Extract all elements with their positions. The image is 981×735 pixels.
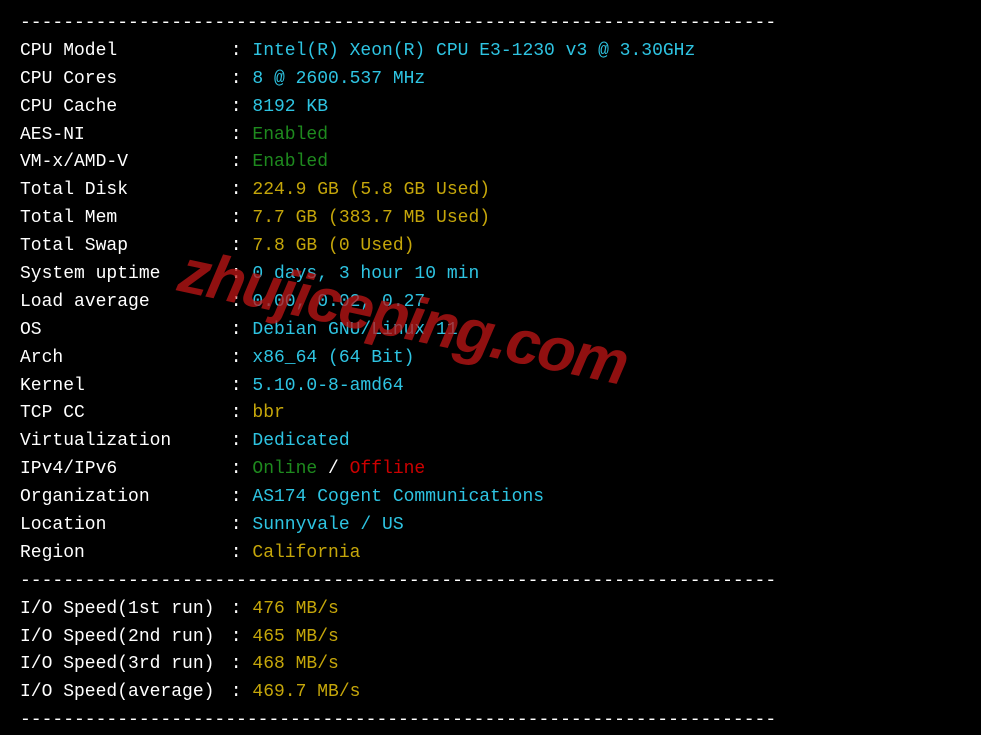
info-value: 0.00, 0.02, 0.27 <box>252 292 425 312</box>
info-label: AES-NI <box>20 122 220 150</box>
divider-mid: ----------------------------------------… <box>20 568 961 596</box>
system-info-row: OS : Debian GNU/Linux 11 <box>20 317 961 345</box>
system-info-row: Kernel : 5.10.0-8-amd64 <box>20 373 961 401</box>
info-label: TCP CC <box>20 400 220 428</box>
system-info-row: CPU Model : Intel(R) Xeon(R) CPU E3-1230… <box>20 38 961 66</box>
info-value: 8192 KB <box>252 97 328 117</box>
system-info-row: Total Mem : 7.7 GB (383.7 MB Used) <box>20 205 961 233</box>
info-label: Organization <box>20 484 220 512</box>
info-value: Intel(R) Xeon(R) CPU E3-1230 v3 @ 3.30GH… <box>252 41 695 61</box>
info-value: Enabled <box>252 125 328 145</box>
info-label: Virtualization <box>20 428 220 456</box>
info-label: Load average <box>20 289 220 317</box>
info-label: VM-x/AMD-V <box>20 149 220 177</box>
system-info-row: Region : California <box>20 540 961 568</box>
system-info-row: I/O Speed(2nd run) : 465 MB/s <box>20 624 961 652</box>
system-info-row: I/O Speed(3rd run) : 468 MB/s <box>20 651 961 679</box>
info-value: 7.8 GB (0 Used) <box>252 236 414 256</box>
info-label: I/O Speed(3rd run) <box>20 651 220 679</box>
system-info-row: VM-x/AMD-V : Enabled <box>20 149 961 177</box>
system-info-row: CPU Cores : 8 @ 2600.537 MHz <box>20 66 961 94</box>
system-info-row: Total Disk : 224.9 GB (5.8 GB Used) <box>20 177 961 205</box>
info-label: Total Mem <box>20 205 220 233</box>
info-value: Debian GNU/Linux 11 <box>252 320 457 340</box>
system-info-row: AES-NI : Enabled <box>20 122 961 150</box>
info-label: CPU Cores <box>20 66 220 94</box>
system-info-row: Organization : AS174 Cogent Communicatio… <box>20 484 961 512</box>
divider-top: ----------------------------------------… <box>20 10 961 38</box>
system-info-row: I/O Speed(average) : 469.7 MB/s <box>20 679 961 707</box>
ipv6-status: Offline <box>350 459 426 479</box>
info-label: Location <box>20 512 220 540</box>
info-label: Total Swap <box>20 233 220 261</box>
terminal-output: ----------------------------------------… <box>20 10 961 735</box>
info-value: bbr <box>252 403 284 423</box>
info-label: CPU Cache <box>20 94 220 122</box>
info-label: I/O Speed(1st run) <box>20 596 220 624</box>
system-info-row: CPU Cache : 8192 KB <box>20 94 961 122</box>
info-label: OS <box>20 317 220 345</box>
system-info-row: System uptime : 0 days, 3 hour 10 min <box>20 261 961 289</box>
system-info-row: Virtualization : Dedicated <box>20 428 961 456</box>
system-info-row: Location : Sunnyvale / US <box>20 512 961 540</box>
info-value: 5.10.0-8-amd64 <box>252 376 403 396</box>
info-value: 8 @ 2600.537 MHz <box>252 69 425 89</box>
divider-bottom: ----------------------------------------… <box>20 707 961 735</box>
system-info-row: Load average : 0.00, 0.02, 0.27 <box>20 289 961 317</box>
info-value: 0 days, 3 hour 10 min <box>252 264 479 284</box>
info-value: California <box>252 543 360 563</box>
info-value: x86_64 (64 Bit) <box>252 348 414 368</box>
info-value: 468 MB/s <box>252 654 338 674</box>
system-info-row: Total Swap : 7.8 GB (0 Used) <box>20 233 961 261</box>
info-label: Kernel <box>20 373 220 401</box>
info-label: CPU Model <box>20 38 220 66</box>
info-value: 476 MB/s <box>252 599 338 619</box>
info-label: IPv4/IPv6 <box>20 456 220 484</box>
info-value: 465 MB/s <box>252 627 338 647</box>
system-info-row: IPv4/IPv6 : Online / Offline <box>20 456 961 484</box>
info-value: AS174 Cogent Communications <box>252 487 544 507</box>
info-label: Total Disk <box>20 177 220 205</box>
info-label: I/O Speed(2nd run) <box>20 624 220 652</box>
info-value: 7.7 GB (383.7 MB Used) <box>252 208 490 228</box>
info-value: 469.7 MB/s <box>252 682 360 702</box>
info-value: Sunnyvale / US <box>252 515 403 535</box>
system-info-row: TCP CC : bbr <box>20 400 961 428</box>
info-value: 224.9 GB (5.8 GB Used) <box>252 180 490 200</box>
system-info-row: I/O Speed(1st run) : 476 MB/s <box>20 596 961 624</box>
ipv4-status: Online <box>252 459 317 479</box>
info-value: Dedicated <box>252 431 349 451</box>
info-label: I/O Speed(average) <box>20 679 220 707</box>
ipv-separator: / <box>317 459 349 479</box>
system-info-row: Arch : x86_64 (64 Bit) <box>20 345 961 373</box>
info-label: Arch <box>20 345 220 373</box>
info-value: Enabled <box>252 152 328 172</box>
info-label: Region <box>20 540 220 568</box>
info-label: System uptime <box>20 261 220 289</box>
